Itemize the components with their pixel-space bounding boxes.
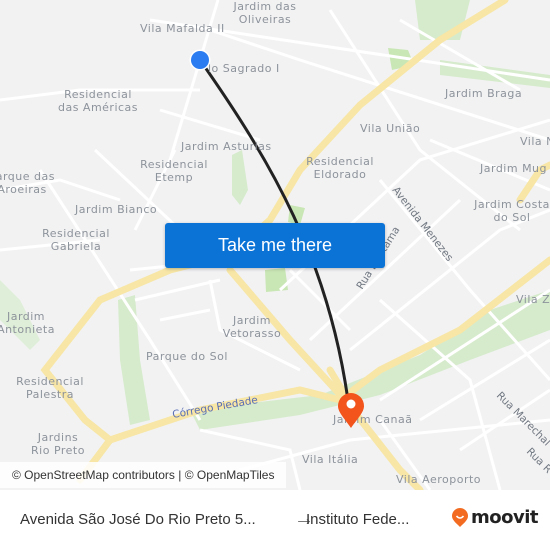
label-vila-n: Vila N [520,135,550,148]
map[interactable]: Jardim das Oliveiras Vila Mafalda II lo S… [0,0,550,490]
label-jardim-antonieta: Jardim Antonieta [0,310,55,336]
label-vila-aeroporto: Vila Aeroporto [396,473,481,486]
label-jardins-rio-preto: Jardins Rio Preto [31,431,85,457]
street-label-avenida-menezes: Avenida Menezes [390,184,456,263]
origin-marker[interactable] [189,49,211,71]
label-jardim-costa-do-sol: Jardim Costa do Sol [473,198,550,224]
moovit-logo[interactable]: moovit [451,507,539,528]
take-me-there-button[interactable]: Take me there [165,223,385,268]
label-vila-mafalda-ii: Vila Mafalda II [140,22,225,35]
label-jardim-mug: Jardim Mug [479,162,547,175]
moovit-wordmark: moovit [471,507,539,528]
label-residencial-palestra: Residencial Palestra [16,375,84,401]
label-sagrado-i: lo Sagrado I [208,62,280,75]
label-jardim-braga: Jardim Braga [444,87,522,100]
label-residencial-etemp: Residencial Etemp [140,158,208,184]
origin-name: Avenida São José Do Rio Preto 5... [20,511,256,528]
label-vila-italia: Vila Itália [302,453,358,466]
label-vila-z: Vila Z [516,293,550,306]
label-residencial-gabriela: Residencial Gabriela [42,227,110,253]
label-parque-do-sol: Parque do Sol [146,350,228,363]
moovit-pin-icon [452,507,468,527]
label-residencial-eldorado: Residencial Eldorado [306,155,374,181]
label-jardim-asturias: Jardim Asturias [180,140,272,153]
label-jardim-das-oliveiras: Jardim das Oliveiras [232,0,296,26]
label-residencial-das-americas: Residencial das Américas [58,88,138,114]
street-label-rua-marechal: Rua Marechal [494,390,550,449]
attribution-text[interactable]: © OpenStreetMap contributors | © OpenMap… [12,468,274,482]
label-jardim-bianco: Jardim Bianco [74,203,157,216]
label-vila-uniao: Vila União [360,122,420,135]
street-label-rua-r: Rua R [524,446,550,476]
map-attribution[interactable]: © OpenStreetMap contributors | © OpenMap… [0,462,287,488]
footer-bar: Avenida São José Do Rio Preto 5... → Ins… [0,490,550,550]
destination-name: Instituto Fede... [306,511,410,528]
